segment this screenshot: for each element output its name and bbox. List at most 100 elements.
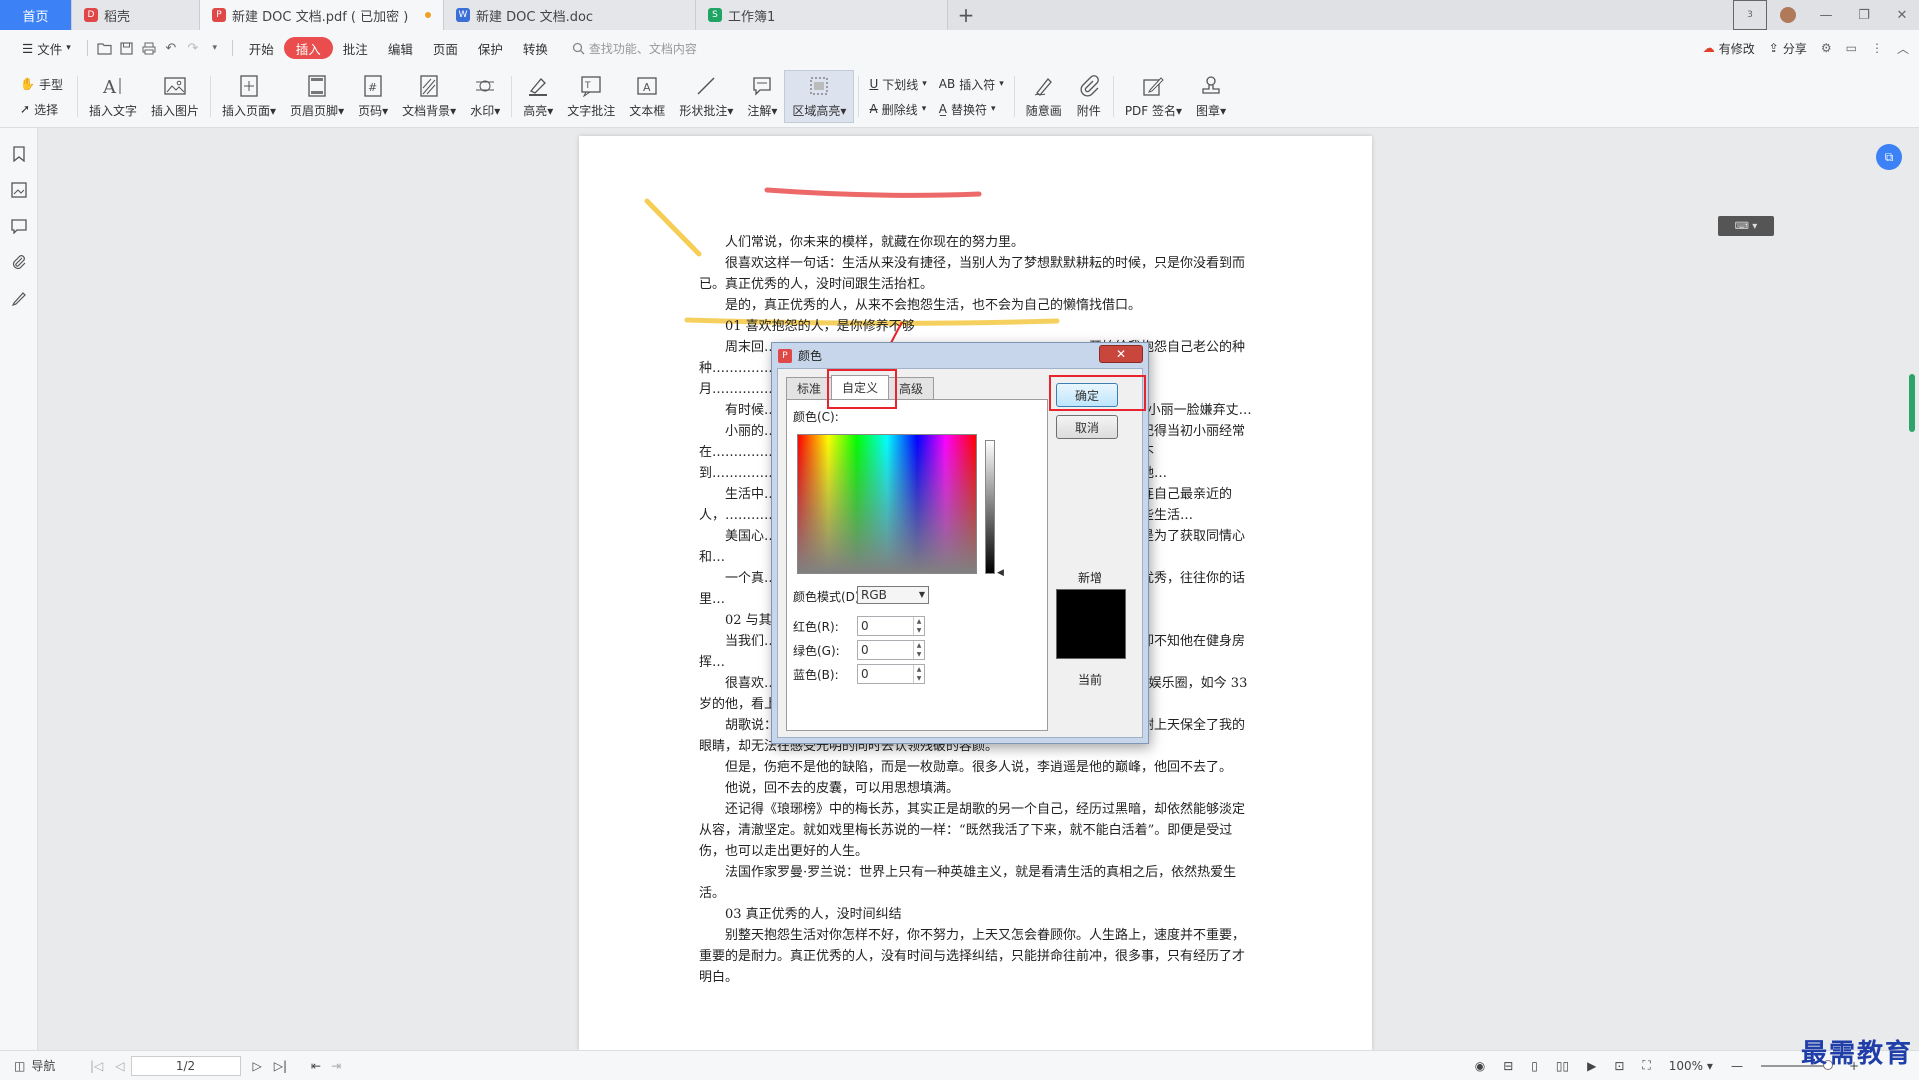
- menu-convert[interactable]: 转换: [513, 37, 558, 59]
- search-input[interactable]: 查找功能、文档内容: [572, 40, 697, 57]
- next-page-icon[interactable]: ▷: [253, 1059, 262, 1073]
- menu-start[interactable]: 开始: [239, 37, 284, 59]
- svg-text:A: A: [643, 81, 651, 94]
- menu-insert[interactable]: 插入: [283, 37, 333, 59]
- actual-size-icon[interactable]: ⊡: [1614, 1059, 1624, 1073]
- menu-edit[interactable]: 编辑: [378, 37, 423, 59]
- annotation-button[interactable]: 注解▾: [740, 66, 784, 127]
- open-folder-icon[interactable]: [94, 37, 116, 59]
- thumbnail-icon[interactable]: [0, 172, 38, 208]
- text-comment-button[interactable]: T 文字批注: [560, 66, 622, 127]
- green-input[interactable]: 0 ▲ ▼: [857, 640, 925, 660]
- document-background-button[interactable]: 文档背景▾: [395, 66, 463, 127]
- luminance-slider[interactable]: [985, 440, 995, 574]
- tab-standard[interactable]: 标准: [786, 377, 833, 399]
- tab-daoke[interactable]: D 稻壳: [72, 0, 200, 30]
- cancel-button[interactable]: 取消: [1056, 415, 1118, 439]
- shape-comment-button[interactable]: 形状批注▾: [672, 66, 740, 127]
- first-page-icon[interactable]: |◁: [90, 1059, 103, 1073]
- settings-icon[interactable]: ⚙: [1821, 41, 1832, 55]
- red-input[interactable]: 0 ▲ ▼: [857, 616, 925, 636]
- assistant-icon[interactable]: ⧉: [1876, 144, 1902, 170]
- bookmark-icon[interactable]: [0, 136, 38, 172]
- pdf-signature-button[interactable]: PDF 签名▾: [1118, 66, 1189, 127]
- color-spectrum[interactable]: [797, 434, 977, 574]
- forward-icon[interactable]: ⇥: [331, 1059, 341, 1073]
- freehand-button[interactable]: 随意画: [1019, 66, 1069, 127]
- feedback-icon[interactable]: ▭: [1846, 41, 1857, 55]
- file-menu[interactable]: ☰ 文件 ▾: [12, 37, 81, 59]
- luminance-arrow-icon[interactable]: ◀: [997, 568, 1004, 578]
- color-mode-select[interactable]: RGB ▼: [857, 586, 929, 604]
- save-icon[interactable]: [116, 37, 138, 59]
- tab-home[interactable]: 首页: [0, 0, 72, 30]
- site-watermark: 最需教育: [1800, 1039, 1913, 1069]
- status-bar: ◫ 导航 |◁ ◁ 1/2 ▷ ▷| ⇤ ⇥ ◉ ⊟ ▯ ▯▯ ▶ ⊡ ⛶ 10…: [0, 1050, 1919, 1080]
- keyboard-icon[interactable]: ⌨ ▾: [1718, 216, 1774, 236]
- sign-icon[interactable]: [0, 280, 38, 316]
- avatar[interactable]: [1771, 0, 1805, 30]
- select-tool[interactable]: ➚ 选择: [20, 101, 63, 118]
- prev-page-icon[interactable]: ◁: [115, 1059, 124, 1073]
- back-icon[interactable]: ⇤: [311, 1059, 321, 1073]
- hand-tool[interactable]: ✋ 手型: [20, 76, 63, 93]
- collapse-ribbon-icon[interactable]: ︿: [1897, 40, 1909, 57]
- fit-page-icon[interactable]: ⛶: [1642, 1058, 1650, 1073]
- print-icon[interactable]: [138, 37, 160, 59]
- undo-icon[interactable]: ↶: [160, 37, 182, 59]
- blue-input[interactable]: 0 ▲ ▼: [857, 664, 925, 684]
- minimize-icon[interactable]: —: [1809, 0, 1843, 30]
- tab-doc-document[interactable]: W 新建 DOC 文档.doc: [444, 0, 696, 30]
- page-number-button[interactable]: # 页码▾: [351, 66, 395, 127]
- dialog-titlebar[interactable]: P 颜色: [772, 343, 1148, 368]
- eye-protect-icon[interactable]: ◉: [1475, 1059, 1485, 1073]
- page-number-input[interactable]: 1/2: [130, 1055, 241, 1076]
- zoom-select[interactable]: 100% ▾: [1669, 1059, 1713, 1073]
- play-icon[interactable]: ▶: [1587, 1059, 1596, 1073]
- paperclip-icon[interactable]: [0, 244, 38, 280]
- textbox-button[interactable]: A 文本框: [622, 66, 672, 127]
- red-spinner-icon[interactable]: ▲ ▼: [913, 617, 924, 635]
- blue-spinner-icon[interactable]: ▲ ▼: [913, 665, 924, 683]
- close-window-icon[interactable]: ✕: [1885, 0, 1919, 30]
- single-page-icon[interactable]: ▯: [1531, 1059, 1538, 1073]
- menu-comment[interactable]: 批注: [333, 37, 378, 59]
- underline-icon: U: [869, 77, 879, 91]
- comment-icon[interactable]: [0, 208, 38, 244]
- menu-protect[interactable]: 保护: [468, 37, 513, 59]
- green-spinner-icon[interactable]: ▲ ▼: [913, 641, 924, 659]
- watermark-button[interactable]: 水印▾: [463, 66, 507, 127]
- window-list-icon[interactable]: 3: [1733, 0, 1767, 30]
- dialog-close-button[interactable]: ✕: [1099, 345, 1143, 363]
- insert-text-button[interactable]: A 插入文字: [82, 66, 144, 127]
- new-tab-button[interactable]: +: [948, 0, 984, 30]
- fit-width-icon[interactable]: ⊟: [1503, 1059, 1513, 1073]
- strikethrough-button[interactable]: A 删除线 ▾: [869, 101, 926, 118]
- vertical-scrollbar[interactable]: [1909, 128, 1917, 1050]
- signature-icon: [1140, 74, 1166, 98]
- double-page-icon[interactable]: ▯▯: [1556, 1059, 1569, 1073]
- area-highlight-button[interactable]: 区域高亮▾: [784, 70, 855, 123]
- insert-caret-button[interactable]: AB 插入符 ▾: [939, 76, 1004, 93]
- replace-caret-button[interactable]: A̲ 替换符 ▾: [939, 101, 1004, 118]
- navigation-toggle[interactable]: ◫ 导航: [0, 1057, 80, 1074]
- redo-icon[interactable]: ↷: [182, 37, 204, 59]
- share-button[interactable]: ⇪ 分享: [1769, 40, 1807, 57]
- tab-pdf-document[interactable]: P 新建 DOC 文档.pdf ( 已加密 ): [200, 0, 444, 30]
- stamp-button[interactable]: 图章▾: [1189, 66, 1233, 127]
- highlight-button[interactable]: 高亮▾: [516, 66, 560, 127]
- insert-page-button[interactable]: 插入页面▾: [215, 66, 283, 127]
- zoom-out-icon[interactable]: —: [1731, 1059, 1743, 1073]
- scrollbar-thumb[interactable]: [1909, 374, 1915, 432]
- menu-page[interactable]: 页面: [423, 37, 468, 59]
- tab-workbook[interactable]: S 工作簿1: [696, 0, 948, 30]
- more-icon[interactable]: ⋮: [1871, 41, 1883, 55]
- header-footer-button[interactable]: 页眉页脚▾: [283, 66, 351, 127]
- quick-access-dropdown-icon[interactable]: ▾: [204, 37, 226, 59]
- attachment-button[interactable]: 附件: [1069, 66, 1109, 127]
- insert-image-button[interactable]: 插入图片: [144, 66, 206, 127]
- underline-button[interactable]: U 下划线 ▾: [869, 76, 926, 93]
- last-page-icon[interactable]: ▷|: [274, 1059, 287, 1073]
- restore-icon[interactable]: ❐: [1847, 0, 1881, 30]
- modified-indicator[interactable]: ☁ 有修改: [1703, 40, 1755, 57]
